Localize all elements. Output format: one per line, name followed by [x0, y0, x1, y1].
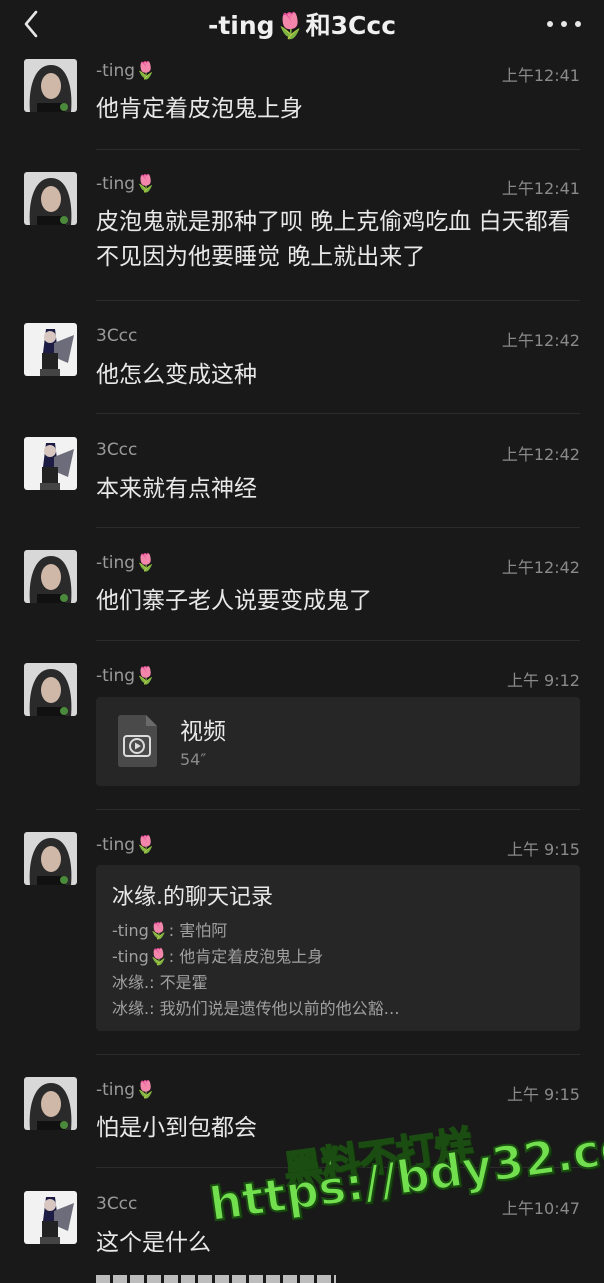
divider [96, 527, 580, 528]
avatar-ting[interactable] [24, 832, 77, 885]
message-time: 上午 9:15 [506, 1085, 580, 1104]
avatar-3ccc[interactable] [24, 437, 77, 490]
avatar-3ccc[interactable] [24, 323, 77, 376]
sender-name: 3Ccc [96, 440, 138, 460]
divider [96, 413, 580, 414]
message-time: 上午12:41 [501, 66, 580, 85]
divider [96, 640, 580, 641]
message-text[interactable]: 他肯定着皮泡鬼上身 [96, 92, 582, 127]
sender-name: 3Ccc [96, 326, 138, 346]
avatar-3ccc[interactable] [24, 1191, 77, 1244]
chat-record-line: 冰缘.: 我奶们说是遗传他以前的他公豁… [112, 999, 400, 1018]
more-options-icon[interactable] [542, 8, 586, 40]
video-file-icon [118, 715, 157, 767]
divider [96, 149, 580, 150]
avatar-ting[interactable] [24, 59, 77, 112]
sender-name: -ting🌷 [96, 1080, 157, 1100]
message-time: 上午12:41 [501, 179, 580, 198]
message-text[interactable]: 皮泡鬼就是那种了呗 晚上克偷鸡吃血 白天都看不见因为他要睡觉 晚上就出来了 [96, 205, 582, 275]
chat-record-card[interactable]: 冰缘.的聊天记录 -ting🌷: 害怕阿 -ting🌷: 他肯定着皮泡鬼上身 冰… [96, 865, 580, 1031]
message-time: 上午 9:15 [506, 840, 580, 859]
message-text[interactable]: 本来就有点神经 [96, 472, 582, 507]
message-text[interactable]: 他们寨子老人说要变成鬼了 [96, 584, 582, 619]
chat-record-title: 冰缘.的聊天记录 [112, 885, 273, 910]
message-time: 上午12:42 [501, 558, 580, 577]
sender-name: -ting🌷 [96, 553, 157, 573]
divider [96, 300, 580, 301]
divider [96, 809, 580, 810]
message-text[interactable]: 他怎么变成这种 [96, 358, 582, 393]
video-card[interactable]: 视频 54″ [96, 697, 580, 786]
navigation-bar: -ting🌷和3Ccc [0, 0, 604, 48]
avatar-ting[interactable] [24, 663, 77, 716]
video-label: 视频 [180, 719, 226, 745]
message-time: 上午 9:12 [506, 671, 580, 690]
message-time: 上午12:42 [501, 445, 580, 464]
chat-record-line: -ting🌷: 害怕阿 [112, 921, 228, 940]
message-text[interactable]: 这个是什么 [96, 1226, 582, 1261]
chat-title: -ting🌷和3Ccc [207, 11, 397, 40]
chat-record-line: 冰缘.: 不是霍 [112, 973, 208, 992]
avatar-ting[interactable] [24, 172, 77, 225]
sender-name: -ting🌷 [96, 174, 157, 194]
divider [96, 1054, 580, 1055]
partial-text-row [96, 1275, 336, 1283]
video-duration: 54″ [180, 750, 207, 769]
sender-name: -ting🌷 [96, 666, 157, 686]
message-time: 上午12:42 [501, 331, 580, 350]
sender-name: 3Ccc [96, 1194, 138, 1214]
chat-record-line: -ting🌷: 他肯定着皮泡鬼上身 [112, 947, 324, 966]
sender-name: -ting🌷 [96, 835, 157, 855]
sender-name: -ting🌷 [96, 61, 157, 81]
avatar-ting[interactable] [24, 1077, 77, 1130]
avatar-ting[interactable] [24, 550, 77, 603]
message-time: 上午10:47 [501, 1199, 580, 1218]
